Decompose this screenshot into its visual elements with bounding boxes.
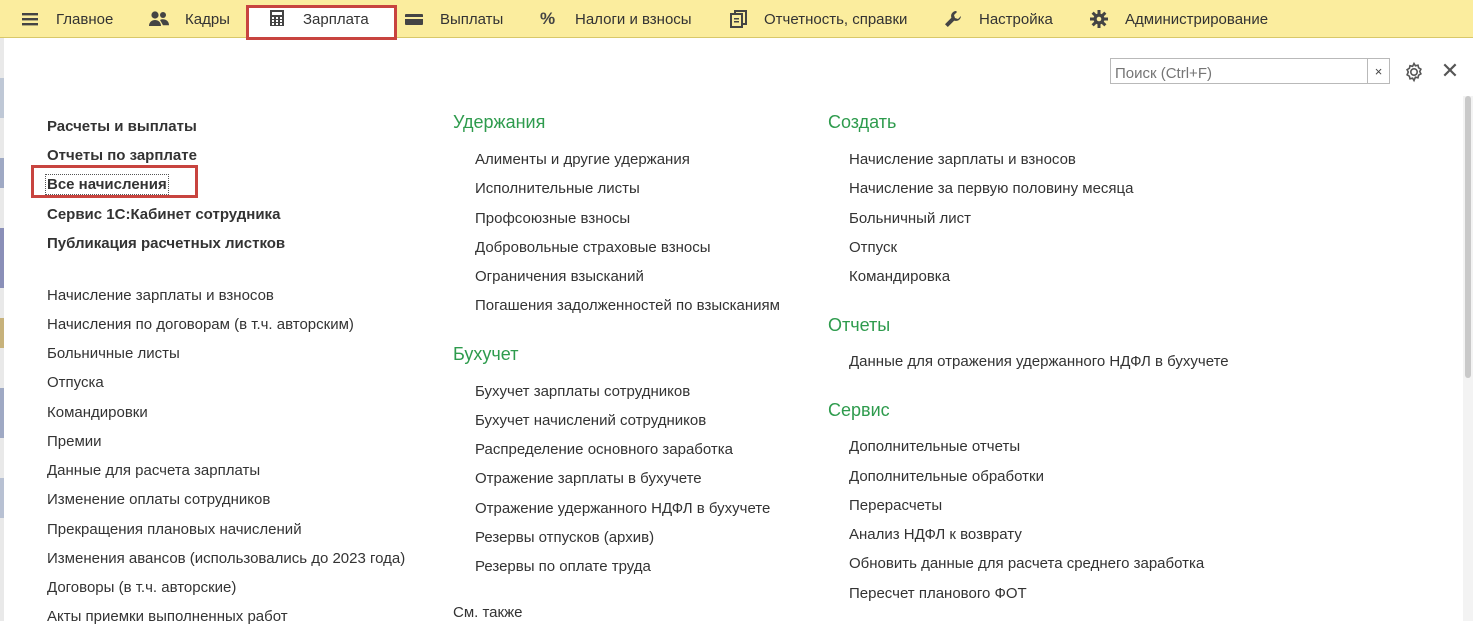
nav-item-label: Отчетность, справки (764, 10, 908, 28)
calculator-icon (268, 9, 288, 29)
section-title-create: Создать (828, 112, 897, 132)
list-item[interactable]: Бухучет начислений сотрудников (475, 412, 706, 429)
list-item[interactable]: Бухучет зарплаты сотрудников (475, 383, 690, 400)
nav-item-label: Настройка (979, 10, 1053, 28)
nav-item-taxes[interactable]: % Налоги и взносы (540, 0, 692, 38)
list-item[interactable]: Пересчет планового ФОТ (849, 585, 1027, 602)
people-icon (148, 9, 169, 29)
see-also-link[interactable]: См. также (453, 604, 522, 621)
section-title-service: Сервис (828, 400, 890, 420)
search-input[interactable] (1110, 58, 1368, 84)
nav-item-label: Выплаты (440, 10, 504, 28)
list-item[interactable]: Исполнительные листы (475, 180, 640, 197)
nav-item-label: Зарплата (303, 10, 369, 28)
list-item[interactable]: Отпуск (849, 239, 897, 256)
list-item[interactable]: Дополнительные обработки (849, 468, 1044, 485)
left-edge-strip (0, 38, 4, 621)
list-item[interactable]: Перерасчеты (849, 497, 942, 514)
list-item[interactable]: Отпуска (47, 374, 104, 391)
gear-icon (1089, 9, 1109, 29)
nav-item-administration[interactable]: Администрирование (1089, 0, 1268, 38)
nav-item-label: Кадры (185, 10, 230, 28)
close-button[interactable]: ✕ (1440, 58, 1460, 83)
list-item[interactable]: Премии (47, 433, 102, 450)
list-item[interactable]: Распределение основного заработка (475, 441, 733, 458)
search-clear-button[interactable]: × (1367, 58, 1390, 84)
nav-item-label: Главное (56, 10, 114, 28)
close-icon: ✕ (1440, 58, 1460, 83)
menu-icon (20, 9, 40, 29)
card-icon (404, 9, 424, 29)
clear-icon: × (1374, 63, 1383, 79)
nav-item-main[interactable]: Главное (20, 0, 113, 38)
list-item[interactable]: Больничные листы (47, 345, 180, 362)
link-salary-reports[interactable]: Отчеты по зарплате (47, 147, 197, 164)
wrench-icon (943, 9, 963, 29)
list-item[interactable]: Алименты и другие удержания (475, 151, 690, 168)
list-item[interactable]: Дополнительные отчеты (849, 438, 1020, 455)
list-item[interactable]: Начисление за первую половину месяца (849, 180, 1133, 197)
link-payslip-publication[interactable]: Публикация расчетных листков (47, 235, 285, 252)
documents-icon (729, 9, 749, 29)
section-title-deductions: Удержания (453, 112, 546, 132)
link-payroll-and-payments[interactable]: Расчеты и выплаты (47, 118, 197, 135)
percent-icon: % (540, 9, 556, 28)
section-title-accounting: Бухучет (453, 344, 519, 364)
nav-item-staff[interactable]: Кадры (148, 0, 230, 38)
vertical-scrollbar[interactable] (1463, 96, 1473, 621)
list-item[interactable]: Резервы по оплате труда (475, 558, 651, 575)
link-all-accruals[interactable]: Все начисления (45, 174, 169, 195)
list-item[interactable]: Начисление зарплаты и взносов (849, 151, 1076, 168)
list-item[interactable]: Данные для расчета зарплаты (47, 462, 260, 479)
list-item[interactable]: Анализ НДФЛ к возврату (849, 526, 1022, 543)
list-item[interactable]: Обновить данные для расчета среднего зар… (849, 555, 1204, 572)
nav-item-settings[interactable]: Настройка (943, 0, 1053, 38)
list-item[interactable]: Больничный лист (849, 210, 971, 227)
list-item[interactable]: Ограничения взысканий (475, 268, 644, 285)
list-item[interactable]: Резервы отпусков (архив) (475, 529, 654, 546)
scrollbar-thumb[interactable] (1465, 96, 1471, 378)
section-title-reports: Отчеты (828, 315, 891, 335)
list-item[interactable]: Профсоюзные взносы (475, 210, 630, 227)
list-item[interactable]: Погашения задолженностей по взысканиям (475, 297, 780, 314)
settings-gear-icon (1406, 61, 1422, 83)
list-item[interactable]: Изменение оплаты сотрудников (47, 491, 270, 508)
settings-button[interactable] (1402, 60, 1426, 84)
link-employee-cabinet-service[interactable]: Сервис 1С:Кабинет сотрудника (47, 206, 280, 223)
list-item[interactable]: Отражение удержанного НДФЛ в бухучете (475, 500, 770, 517)
nav-item-payments[interactable]: Выплаты (404, 0, 503, 38)
nav-item-reports[interactable]: Отчетность, справки (729, 0, 907, 38)
list-item[interactable]: Начисления по договорам (в т.ч. авторски… (47, 316, 354, 333)
list-item[interactable]: Командировка (849, 268, 950, 285)
nav-item-salary[interactable]: Зарплата (268, 0, 369, 38)
nav-item-label: Налоги и взносы (575, 10, 692, 28)
nav-item-label: Администрирование (1125, 10, 1269, 28)
list-item[interactable]: Отражение зарплаты в бухучете (475, 470, 702, 487)
list-item[interactable]: Изменения авансов (использовались до 202… (47, 550, 405, 567)
list-item[interactable]: Добровольные страховые взносы (475, 239, 710, 256)
top-navigation-bar: Главное Кадры Зарплата Выплаты % Налоги … (0, 0, 1473, 40)
list-item[interactable]: Данные для отражения удержанного НДФЛ в … (849, 353, 1229, 370)
list-item[interactable]: Прекращения плановых начислений (47, 521, 302, 538)
list-item[interactable]: Командировки (47, 404, 148, 421)
list-item[interactable]: Договоры (в т.ч. авторские) (47, 579, 236, 596)
list-item[interactable]: Акты приемки выполненных работ (47, 608, 288, 625)
list-item[interactable]: Начисление зарплаты и взносов (47, 287, 274, 304)
